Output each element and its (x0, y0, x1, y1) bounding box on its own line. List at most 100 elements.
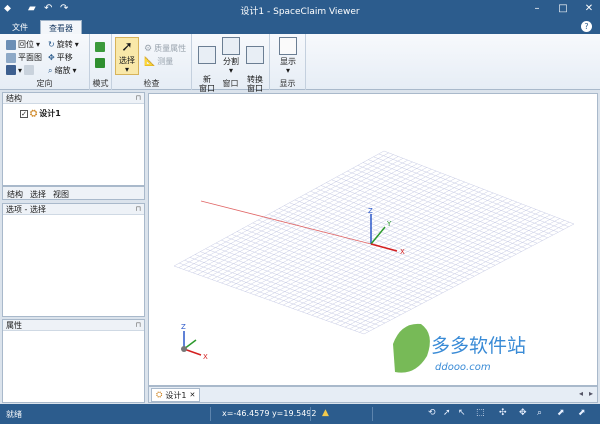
plane-view-icon[interactable]: ⬈ (557, 408, 565, 418)
inspect-group-label: 检查 (143, 79, 160, 88)
display-icon (279, 37, 297, 55)
maximize-icon[interactable]: □ (556, 3, 570, 14)
tab-views[interactable]: 视图 (53, 189, 69, 200)
tab-selection[interactable]: 选择 (30, 189, 46, 200)
pin-icon[interactable]: ⊓ (136, 320, 141, 331)
options-panel-header: 选项 - 选择 ⊓ (3, 204, 144, 215)
cursor-icon: ➚ (121, 39, 133, 55)
3d-viewport[interactable]: Z Y X Z X 多多软件站 ddooo.com (148, 93, 598, 386)
triad-x-label: X (203, 353, 208, 361)
structure-panel: 结构 ⊓ ✓ ⛭ 设计1 (2, 92, 145, 186)
split-window-button[interactable]: 分割 ▾ (219, 37, 243, 75)
status-text: 就绪 (6, 410, 22, 419)
select-button[interactable]: ➚ 选择 ▾ (115, 37, 139, 75)
zoom-icon: ⌕ (48, 65, 53, 75)
split-window-icon (222, 37, 240, 55)
properties-panel: 属性 ⊓ (2, 319, 145, 403)
x-axis-label: X (400, 248, 405, 256)
selection-filter-icon[interactable]: ⟲ (428, 408, 436, 418)
tab-structure[interactable]: 结构 (7, 189, 23, 200)
window-group-label: 窗口 (222, 79, 239, 88)
home-button[interactable]: 回位 ▾ (6, 39, 40, 50)
visibility-checkbox[interactable]: ✓ (20, 109, 28, 118)
title-bar: ⬥ ▰ ↶ ↷ 设计1 - SpaceClaim Viewer – □ ✕ (0, 0, 600, 20)
measure-icon: 📐 (144, 56, 156, 67)
minimize-icon[interactable]: – (530, 3, 544, 14)
design-icon: ⛭ (156, 390, 163, 399)
properties-panel-header: 属性 ⊓ (3, 320, 144, 331)
structure-panel-header: 结构 ⊓ (3, 93, 144, 104)
structure-panel-tabs: 结构 选择 视图 (2, 186, 145, 200)
home-view-icon[interactable]: ⬈ (578, 408, 586, 418)
zoom-icon[interactable]: ⌕ (537, 408, 542, 418)
design-icon: ⛭ (30, 108, 38, 119)
home-view-icon (6, 39, 16, 50)
new-window-icon (198, 46, 216, 64)
ribbon-tab-row: 文件 查看器 ? (0, 20, 600, 34)
orient-group-label: 定向 (36, 79, 53, 88)
pan-icon[interactable]: ✥ (519, 408, 527, 418)
display-button[interactable]: 显示 ▾ (276, 37, 300, 75)
window-title: 设计1 - SpaceClaim Viewer (240, 7, 360, 17)
document-tab-bar: ⛭ 设计1 ✕ ◂ ▸ (148, 386, 598, 403)
z-axis-label: Z (368, 207, 373, 215)
warning-icon[interactable]: ▲ (322, 408, 329, 418)
pointer-select-icon[interactable]: ↖ (458, 408, 466, 418)
scroll-right-icon[interactable]: ▸ (589, 389, 593, 398)
spin-button[interactable]: ↻ 旋转 ▾ (48, 39, 79, 50)
orient-group: 回位 ▾ 平面图 ▾ ↻ 旋转 ▾ ✥ 平移 ⌕ 缩放 ▾ 定向 (0, 34, 90, 90)
cube-icon (6, 65, 16, 75)
tab-file[interactable]: 文件 (4, 20, 36, 34)
switch-window-icon (246, 46, 264, 64)
watermark-url: ddooo.com (435, 362, 491, 373)
window-group: 新 窗口 分割 ▾ 转换 窗口 窗口 (192, 34, 270, 93)
cursor-coordinates: x=-46.4579 y=19.5492 (222, 409, 317, 418)
pin-icon[interactable]: ⊓ (136, 204, 141, 215)
watermark-text: 多多软件站 (431, 335, 526, 357)
close-icon[interactable]: ✕ (582, 3, 596, 14)
ground-grid (173, 150, 575, 335)
pan-button[interactable]: ✥ 平移 (48, 52, 73, 63)
viewport-canvas[interactable]: Z Y X Z X 多多软件站 ddooo.com (149, 94, 597, 385)
mode-group: 模式 (90, 34, 112, 90)
measure-button[interactable]: 📐 测量 (144, 56, 173, 67)
watermark-logo-icon (393, 323, 430, 373)
tab-viewer[interactable]: 查看器 (40, 20, 82, 34)
triad-z-label: Z (181, 323, 186, 331)
ribbon: 回位 ▾ 平面图 ▾ ↻ 旋转 ▾ ✥ 平移 ⌕ 缩放 ▾ 定向 模式 ➚ 选择… (0, 34, 600, 93)
display-group-label: 显示 (279, 79, 296, 88)
plan-view-icon (6, 52, 16, 63)
mode-display-button[interactable] (95, 58, 105, 68)
mode-solid-button[interactable] (95, 42, 105, 52)
display-mode-icon (95, 58, 105, 68)
watermark: 多多软件站 ddooo.com (393, 323, 526, 373)
display-group: 显示 ▾ 显示 (270, 34, 306, 90)
pan-icon: ✥ (48, 53, 55, 62)
orientation-triad: Z X (181, 323, 208, 361)
document-tab[interactable]: ⛭ 设计1 ✕ (151, 388, 201, 402)
box-select-icon[interactable]: ⬚ (476, 408, 485, 418)
status-bar: 就绪 x=-46.4579 y=19.5492 ▲ ⟲ ➚ ↖ ⬚ ✣ ✥ ⌕ … (0, 404, 600, 424)
mass-properties-icon: ⚙ (144, 43, 153, 54)
mass-properties-button[interactable]: ⚙ 质量属性 (144, 43, 186, 54)
tree-item-design[interactable]: ✓ ⛭ 设计1 (20, 108, 61, 119)
options-panel: 选项 - 选择 ⊓ (2, 203, 145, 317)
inspect-group: ➚ 选择 ▾ ⚙ 质量属性 📐 测量 检查 (112, 34, 192, 90)
window-controls: – □ ✕ (530, 3, 596, 14)
pin-icon[interactable]: ⊓ (136, 93, 141, 104)
solid-mode-icon (95, 42, 105, 52)
plan-view-button[interactable]: 平面图 (6, 52, 42, 63)
mode-group-label: 模式 (92, 79, 109, 88)
zoom-button[interactable]: ⌕ 缩放 ▾ (48, 65, 77, 76)
view-cube-button[interactable]: ▾ (6, 65, 35, 75)
spin-icon: ↻ (48, 40, 55, 49)
y-axis-label: Y (386, 220, 392, 228)
spin-icon[interactable]: ✣ (499, 408, 507, 418)
cursor-icon[interactable]: ➚ (443, 408, 451, 418)
scroll-left-icon[interactable]: ◂ (579, 389, 583, 398)
x-axis-line (200, 200, 372, 245)
camera-icon (24, 65, 35, 75)
close-tab-icon[interactable]: ✕ (190, 391, 196, 399)
origin-triad: Z Y X (368, 207, 405, 256)
help-icon[interactable]: ? (581, 21, 592, 32)
